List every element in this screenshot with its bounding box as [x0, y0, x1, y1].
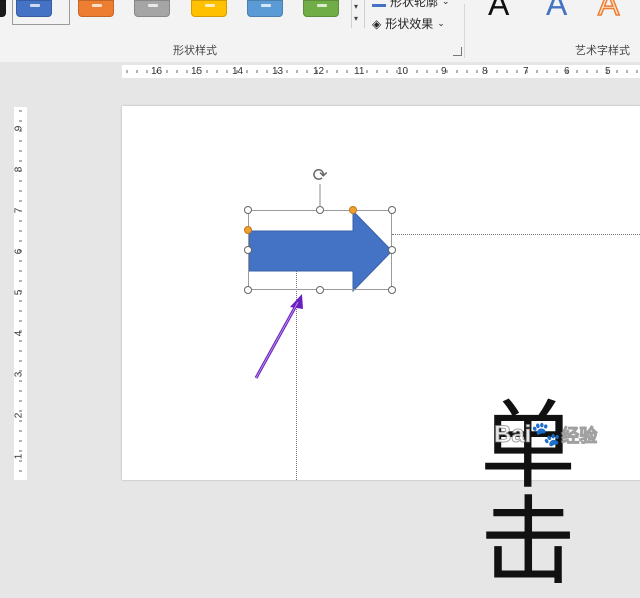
- annotation-arrow-head: [290, 294, 303, 309]
- resize-handle-right[interactable]: [388, 246, 396, 254]
- paw-icon: 🐾: [531, 421, 562, 449]
- watermark-brand: Bai: [493, 421, 532, 449]
- resize-handle-bottom-right[interactable]: [388, 286, 396, 294]
- resize-handle-bottom-left[interactable]: [244, 286, 252, 294]
- adjust-handle-head[interactable]: [349, 206, 357, 214]
- baidu-watermark: Bai🐾经验: [493, 420, 598, 449]
- resize-handle-top-left[interactable]: [244, 206, 252, 214]
- resize-handle-top-right[interactable]: [388, 206, 396, 214]
- resize-handle-top[interactable]: [316, 206, 324, 214]
- selection-bounding-box: [248, 210, 392, 290]
- watermark-suffix: 经验: [561, 426, 598, 447]
- adjust-handle-shaft[interactable]: [244, 226, 252, 234]
- rotate-handle-icon[interactable]: ⟳: [310, 165, 330, 185]
- resize-handle-left[interactable]: [244, 246, 252, 254]
- resize-handle-bottom[interactable]: [316, 286, 324, 294]
